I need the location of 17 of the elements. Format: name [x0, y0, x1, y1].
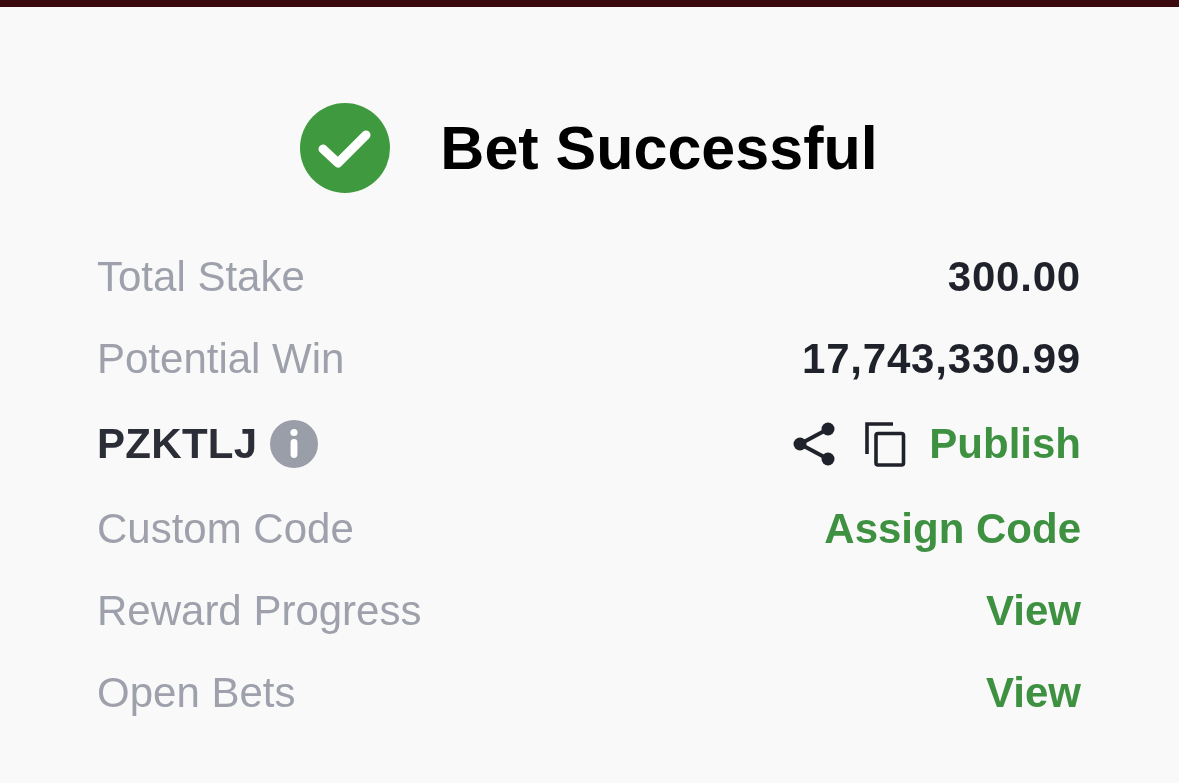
action-link[interactable]: View [986, 585, 1081, 637]
row-label: Open Bets [97, 667, 296, 718]
success-title: Bet Successful [440, 112, 878, 184]
copy-icon[interactable] [864, 421, 907, 467]
info-icon[interactable] [270, 420, 319, 468]
row-label: Reward Progress [97, 585, 422, 636]
row-label: Custom Code [97, 503, 354, 554]
row-label: Total Stake [97, 251, 305, 302]
booking-code: PZKTLJ [97, 418, 258, 469]
row-value: 17,743,330.99 [802, 333, 1081, 384]
action-link[interactable]: Assign Code [824, 503, 1081, 555]
action-link[interactable]: View [986, 667, 1081, 719]
check-circle-icon [300, 103, 391, 193]
row-value: 300.00 [947, 251, 1081, 302]
row-label: Potential Win [97, 333, 345, 384]
share-icon[interactable] [793, 422, 836, 466]
publish-link[interactable]: Publish [929, 418, 1081, 470]
